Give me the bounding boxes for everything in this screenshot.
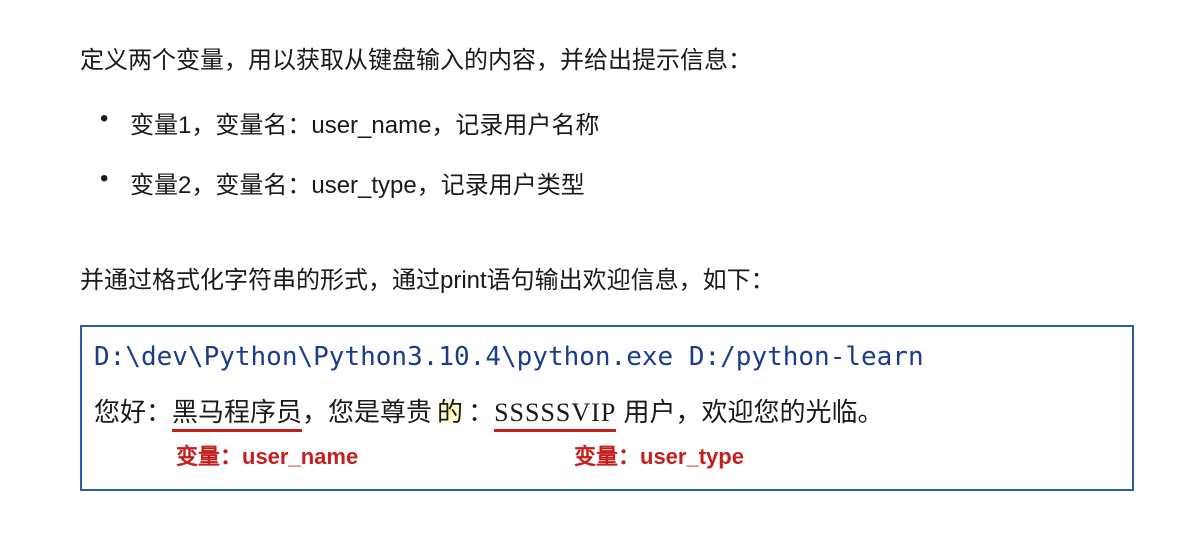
output-mid2: ： (468, 397, 494, 427)
variable-bullet-list: 变量1，变量名：user_name，记录用户名称 变量2，变量名：user_ty… (60, 105, 1134, 200)
output-mid1: ，您是尊贵 (302, 397, 432, 427)
output-suffix: 用户，欢迎您的光临。 (616, 397, 883, 427)
bullet-item-1: 变量1，变量名：user_name，记录用户名称 (100, 105, 1134, 140)
second-paragraph: 并通过格式化字符串的形式，通过print语句输出欢迎信息，如下： (60, 260, 1134, 295)
output-prefix: 您好： (94, 397, 172, 427)
label-user-name: 变量：user_name (176, 439, 358, 471)
bullet-item-2: 变量2，变量名：user_type，记录用户类型 (100, 165, 1134, 200)
user-type-value: SSSSSVIP (494, 398, 616, 432)
label-user-type: 变量：user_type (574, 439, 744, 471)
labels-row: 变量：user_name 变量：user_type (94, 439, 1120, 469)
cursor-highlight: 的 (432, 397, 468, 427)
user-name-value: 黑马程序员 (172, 397, 302, 432)
output-greeting-line: 您好：黑马程序员，您是尊贵的：SSSSSVIP 用户，欢迎您的光临。 (94, 392, 1120, 429)
intro-text: 定义两个变量，用以获取从键盘输入的内容，并给出提示信息： (60, 40, 1134, 75)
code-output-box: D:\dev\Python\Python3.10.4\python.exe D:… (80, 325, 1134, 491)
python-path-line: D:\dev\Python\Python3.10.4\python.exe D:… (94, 342, 1120, 372)
